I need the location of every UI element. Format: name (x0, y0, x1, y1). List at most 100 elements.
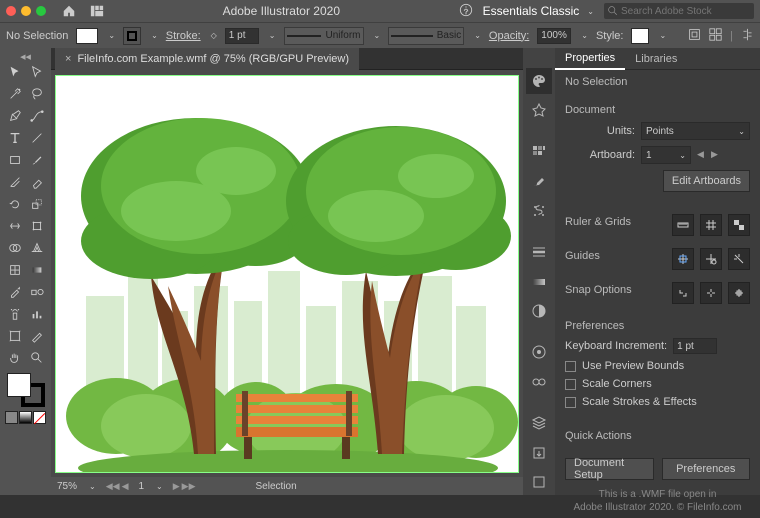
mesh-tool[interactable] (4, 259, 26, 281)
symbols-panel-icon[interactable] (526, 198, 552, 224)
tab-properties[interactable]: Properties (555, 48, 625, 70)
perspective-grid-tool[interactable] (26, 237, 48, 259)
transparency-grid-icon[interactable] (728, 214, 750, 236)
scale-corners-checkbox[interactable]: Scale Corners (565, 378, 750, 390)
fill-swatch[interactable] (76, 28, 98, 44)
snap-pixel-icon[interactable] (672, 282, 694, 304)
artboard-stepper[interactable]: ▶▶▶ (173, 481, 196, 492)
pen-tool[interactable] (4, 105, 26, 127)
selection-tool[interactable] (4, 61, 26, 83)
stock-search[interactable] (604, 3, 754, 19)
magic-wand-tool[interactable] (4, 83, 26, 105)
chevron-down-icon[interactable]: ⌄ (269, 31, 276, 40)
chevron-down-icon[interactable]: ⌄ (156, 482, 163, 491)
graphic-styles-panel-icon[interactable] (526, 369, 552, 395)
color-mode-gradient[interactable] (19, 411, 32, 424)
rotate-tool[interactable] (4, 193, 26, 215)
graphic-style-swatch[interactable] (631, 28, 649, 44)
slice-tool[interactable] (26, 325, 48, 347)
scale-tool[interactable] (26, 193, 48, 215)
curvature-tool[interactable] (26, 105, 48, 127)
preferences-button[interactable]: Preferences (662, 458, 751, 480)
paintbrush-tool[interactable] (26, 149, 48, 171)
document-setup-icon[interactable] (688, 28, 701, 44)
tab-libraries[interactable]: Libraries (625, 48, 687, 70)
color-mode-none[interactable] (33, 411, 46, 424)
tools-collapse-icon[interactable]: ◀◀ (0, 52, 51, 61)
guides-show-icon[interactable] (672, 248, 694, 270)
workspace-switcher[interactable]: Essentials Classic ⌄ (483, 4, 594, 18)
line-segment-tool[interactable] (26, 127, 48, 149)
fill-stroke-picker[interactable] (7, 373, 45, 407)
preferences-icon[interactable] (709, 28, 722, 44)
chevron-down-icon[interactable]: ⌄ (151, 31, 158, 40)
opacity-input[interactable]: 100% (537, 28, 571, 44)
grid-icon[interactable] (700, 214, 722, 236)
home-icon[interactable] (62, 4, 76, 18)
column-graph-tool[interactable] (26, 303, 48, 325)
chevron-down-icon[interactable]: ⌄ (374, 31, 381, 40)
gradient-tool[interactable] (26, 259, 48, 281)
maximize-window-icon[interactable] (36, 6, 46, 16)
transparency-panel-icon[interactable] (526, 298, 552, 324)
align-icon[interactable] (741, 28, 754, 44)
artboard-dropdown[interactable]: 1⌄ (641, 146, 691, 164)
variable-width-profile[interactable]: Uniform (284, 27, 364, 45)
stepper-icon[interactable]: ◇ (211, 31, 217, 40)
zoom-level[interactable]: 75% (57, 481, 77, 492)
artboard-number[interactable]: 1 (138, 481, 144, 492)
artboard-nav-buttons[interactable]: ◀ ▶ (697, 149, 718, 161)
lasso-tool[interactable] (26, 83, 48, 105)
snap-point-icon[interactable] (700, 282, 722, 304)
stroke-label[interactable]: Stroke: (166, 30, 201, 42)
chevron-down-icon[interactable]: ⌄ (108, 31, 115, 40)
stroke-panel-icon[interactable] (526, 239, 552, 265)
close-window-icon[interactable] (6, 6, 16, 16)
smart-guides-icon[interactable] (728, 248, 750, 270)
document-setup-button[interactable]: Document Setup (565, 458, 654, 480)
brush-definition[interactable]: Basic (388, 27, 464, 45)
close-tab-icon[interactable]: × (65, 53, 71, 65)
artboard[interactable] (55, 75, 519, 473)
snap-grid-icon[interactable] (728, 282, 750, 304)
shaper-tool[interactable] (4, 171, 26, 193)
direct-selection-tool[interactable] (26, 61, 48, 83)
color-panel-icon[interactable] (526, 68, 552, 94)
artboards-panel-icon[interactable] (526, 470, 552, 496)
free-transform-tool[interactable] (26, 215, 48, 237)
help-icon[interactable] (459, 3, 473, 20)
opacity-label[interactable]: Opacity: (489, 30, 529, 42)
keyboard-increment-input[interactable]: 1 pt (673, 338, 717, 354)
width-tool[interactable] (4, 215, 26, 237)
appearance-panel-icon[interactable] (526, 340, 552, 366)
blend-tool[interactable] (26, 281, 48, 303)
chevron-down-icon[interactable]: ⌄ (659, 31, 666, 40)
fill-color[interactable] (7, 373, 31, 397)
chevron-down-icon[interactable]: ⌄ (474, 31, 481, 40)
stroke-weight-input[interactable]: 1 pt (225, 28, 259, 44)
document-tab[interactable]: × FileInfo.com Example.wmf @ 75% (RGB/GP… (55, 48, 359, 70)
eraser-tool[interactable] (26, 171, 48, 193)
artboard-tool[interactable] (4, 325, 26, 347)
units-dropdown[interactable]: Points⌄ (641, 122, 750, 140)
edit-artboards-button[interactable]: Edit Artboards (663, 170, 750, 192)
chevron-down-icon[interactable]: ⌄ (89, 482, 96, 491)
layers-panel-icon[interactable] (526, 411, 552, 437)
rectangle-tool[interactable] (4, 149, 26, 171)
stroke-swatch[interactable] (123, 27, 141, 45)
artboard-stepper[interactable]: ◀◀◀ (106, 481, 129, 492)
shape-builder-tool[interactable] (4, 237, 26, 259)
symbol-sprayer-tool[interactable] (4, 303, 26, 325)
hand-tool[interactable] (4, 347, 26, 369)
type-tool[interactable] (4, 127, 26, 149)
asset-export-panel-icon[interactable] (526, 440, 552, 466)
use-preview-bounds-checkbox[interactable]: Use Preview Bounds (565, 360, 750, 372)
color-guide-panel-icon[interactable] (526, 98, 552, 124)
chevron-down-icon[interactable]: ⌄ (581, 31, 588, 40)
color-mode-solid[interactable] (5, 411, 18, 424)
zoom-tool[interactable] (26, 347, 48, 369)
canvas-viewport[interactable] (51, 70, 523, 477)
eyedropper-tool[interactable] (4, 281, 26, 303)
ruler-icon[interactable] (672, 214, 694, 236)
guides-lock-icon[interactable] (700, 248, 722, 270)
